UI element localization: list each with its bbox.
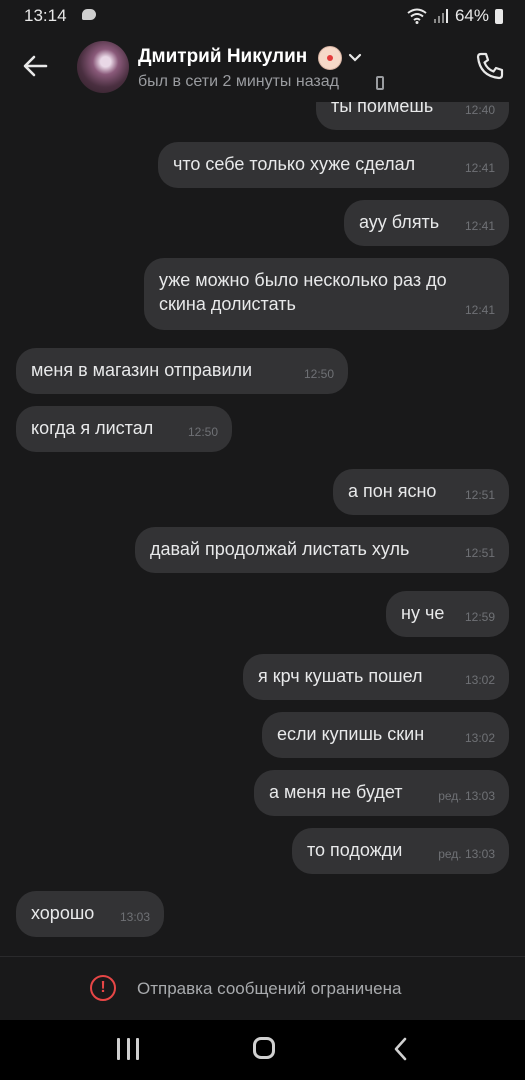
phone-call-icon[interactable] xyxy=(472,48,508,84)
status-time: 13:14 xyxy=(24,6,67,25)
message-bubble[interactable]: ну че 12:59 xyxy=(386,591,509,637)
restricted-notice-text: Отправка сообщений ограничена xyxy=(137,979,402,998)
battery-percent: 64% xyxy=(454,6,489,25)
message-time: 12:41 xyxy=(464,219,495,233)
contact-status: был в сети 2 минуты назад xyxy=(138,73,339,90)
message-text: меня в магазин отправили xyxy=(31,360,253,380)
message-time: 12:40 xyxy=(464,103,495,117)
message-text: давай продолжай листать хуль xyxy=(150,539,410,559)
message-time: 13:03 xyxy=(119,910,150,924)
message-time: ред. 13:03 xyxy=(438,847,495,861)
warning-icon: ! xyxy=(90,975,116,1001)
message-time: ред. 13:03 xyxy=(438,789,495,803)
message-bubble[interactable]: а пон ясно 12:51 xyxy=(333,469,509,515)
message-time: 12:50 xyxy=(303,367,334,381)
clown-emoji-icon xyxy=(318,46,342,70)
message-time: 12:59 xyxy=(464,610,495,624)
restricted-notice-bar: ! Отправка сообщений ограничена xyxy=(0,956,525,1021)
message-notification-icon xyxy=(82,9,96,20)
back-arrow-icon[interactable] xyxy=(18,48,54,84)
battery-icon xyxy=(495,8,503,24)
message-text: я крч кушать пошел xyxy=(258,666,423,686)
message-text: что себе только хуже сделал xyxy=(173,154,416,174)
message-time: 12:50 xyxy=(187,425,218,439)
signal-icon xyxy=(433,9,448,23)
chevron-down-icon[interactable] xyxy=(346,48,364,66)
wifi-icon xyxy=(407,8,427,24)
message-bubble[interactable]: когда я листал 12:50 xyxy=(16,406,232,452)
message-time: 12:41 xyxy=(464,161,495,175)
nav-back-icon[interactable] xyxy=(390,1036,412,1062)
message-bubble[interactable]: то подожди ред. 13:03 xyxy=(292,828,509,874)
message-list[interactable]: ты поймешь 12:40 что себе только хуже сд… xyxy=(0,102,525,954)
message-time: 12:41 xyxy=(464,303,495,317)
message-bubble[interactable]: ты поймешь 12:40 xyxy=(316,102,509,130)
message-bubble[interactable]: что себе только хуже сделал 12:41 xyxy=(158,142,509,188)
message-bubble[interactable]: если купишь скин 13:02 xyxy=(262,712,509,758)
status-indicators: 64% xyxy=(407,6,503,26)
message-time: 12:51 xyxy=(464,546,495,560)
message-bubble[interactable]: уже можно было несколько раз до скина до… xyxy=(144,258,509,330)
message-bubble[interactable]: давай продолжай листать хуль 12:51 xyxy=(135,527,509,573)
message-bubble[interactable]: меня в магазин отправили 12:50 xyxy=(16,348,348,394)
message-time: 13:02 xyxy=(464,731,495,745)
avatar[interactable] xyxy=(77,41,129,93)
message-bubble[interactable]: хорошо 13:03 xyxy=(16,891,164,937)
message-time: 12:51 xyxy=(464,488,495,502)
message-bubble[interactable]: а меня не будет ред. 13:03 xyxy=(254,770,509,816)
message-bubble[interactable]: я крч кушать пошел 13:02 xyxy=(243,654,509,700)
chat-header: Дмитрий Никулин был в сети 2 минуты наза… xyxy=(0,32,525,102)
contact-name[interactable]: Дмитрий Никулин xyxy=(138,46,307,68)
status-bar: 13:14 64% xyxy=(0,0,525,32)
nav-home-icon[interactable] xyxy=(253,1037,275,1059)
mobile-device-icon xyxy=(376,76,384,90)
message-time: 13:02 xyxy=(464,673,495,687)
nav-recent-icon[interactable] xyxy=(117,1038,139,1060)
message-bubble[interactable]: ауу блять 12:41 xyxy=(344,200,509,246)
system-nav-bar xyxy=(0,1020,525,1080)
message-text: уже можно было несколько раз до скина до… xyxy=(159,270,447,314)
